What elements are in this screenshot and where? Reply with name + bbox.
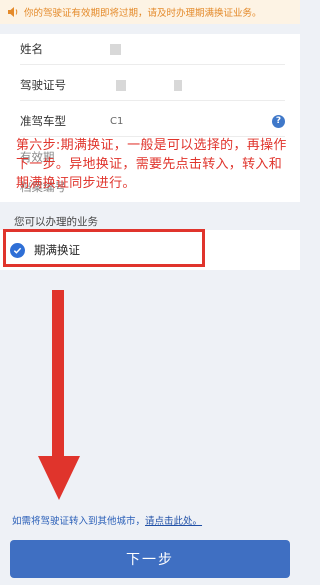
license-number-label: 驾驶证号 [20, 78, 66, 92]
license-number-row: 驾驶证号 [20, 70, 285, 100]
name-value-redacted [110, 43, 121, 55]
down-arrow-icon [38, 290, 80, 500]
vehicle-type-row: 准驾车型 C1 ? [20, 106, 285, 136]
vehicle-type-value: C1 [110, 115, 124, 127]
speaker-icon [8, 7, 18, 17]
name-row: 姓名 [20, 34, 285, 64]
vehicle-type-label: 准驾车型 [20, 114, 66, 128]
transfer-city-prompt: 如需将驾驶证转入到其他城市，请点击此处。 [12, 513, 202, 527]
name-label: 姓名 [20, 42, 43, 56]
license-number-redacted-2 [174, 79, 182, 91]
transfer-city-text: 如需将驾驶证转入到其他城市， [12, 516, 146, 527]
license-number-redacted [116, 79, 126, 91]
highlight-box [3, 229, 205, 267]
tutorial-annotation: 第六步:期满换证，一般是可以选择的，再操作下一步。异地换证，需要先点击转入，转入… [16, 138, 287, 191]
transfer-city-link[interactable]: 请点击此处。 [145, 516, 202, 527]
help-icon[interactable]: ? [272, 114, 285, 128]
notice-text: 你的驾驶证有效期即将过期，请及时办理期满换证业务。 [24, 8, 262, 19]
services-section-title: 您可以办理的业务 [14, 216, 98, 228]
expiry-notice-bar: 你的驾驶证有效期即将过期，请及时办理期满换证业务。 [0, 0, 300, 24]
next-step-button[interactable]: 下一步 [10, 540, 290, 578]
